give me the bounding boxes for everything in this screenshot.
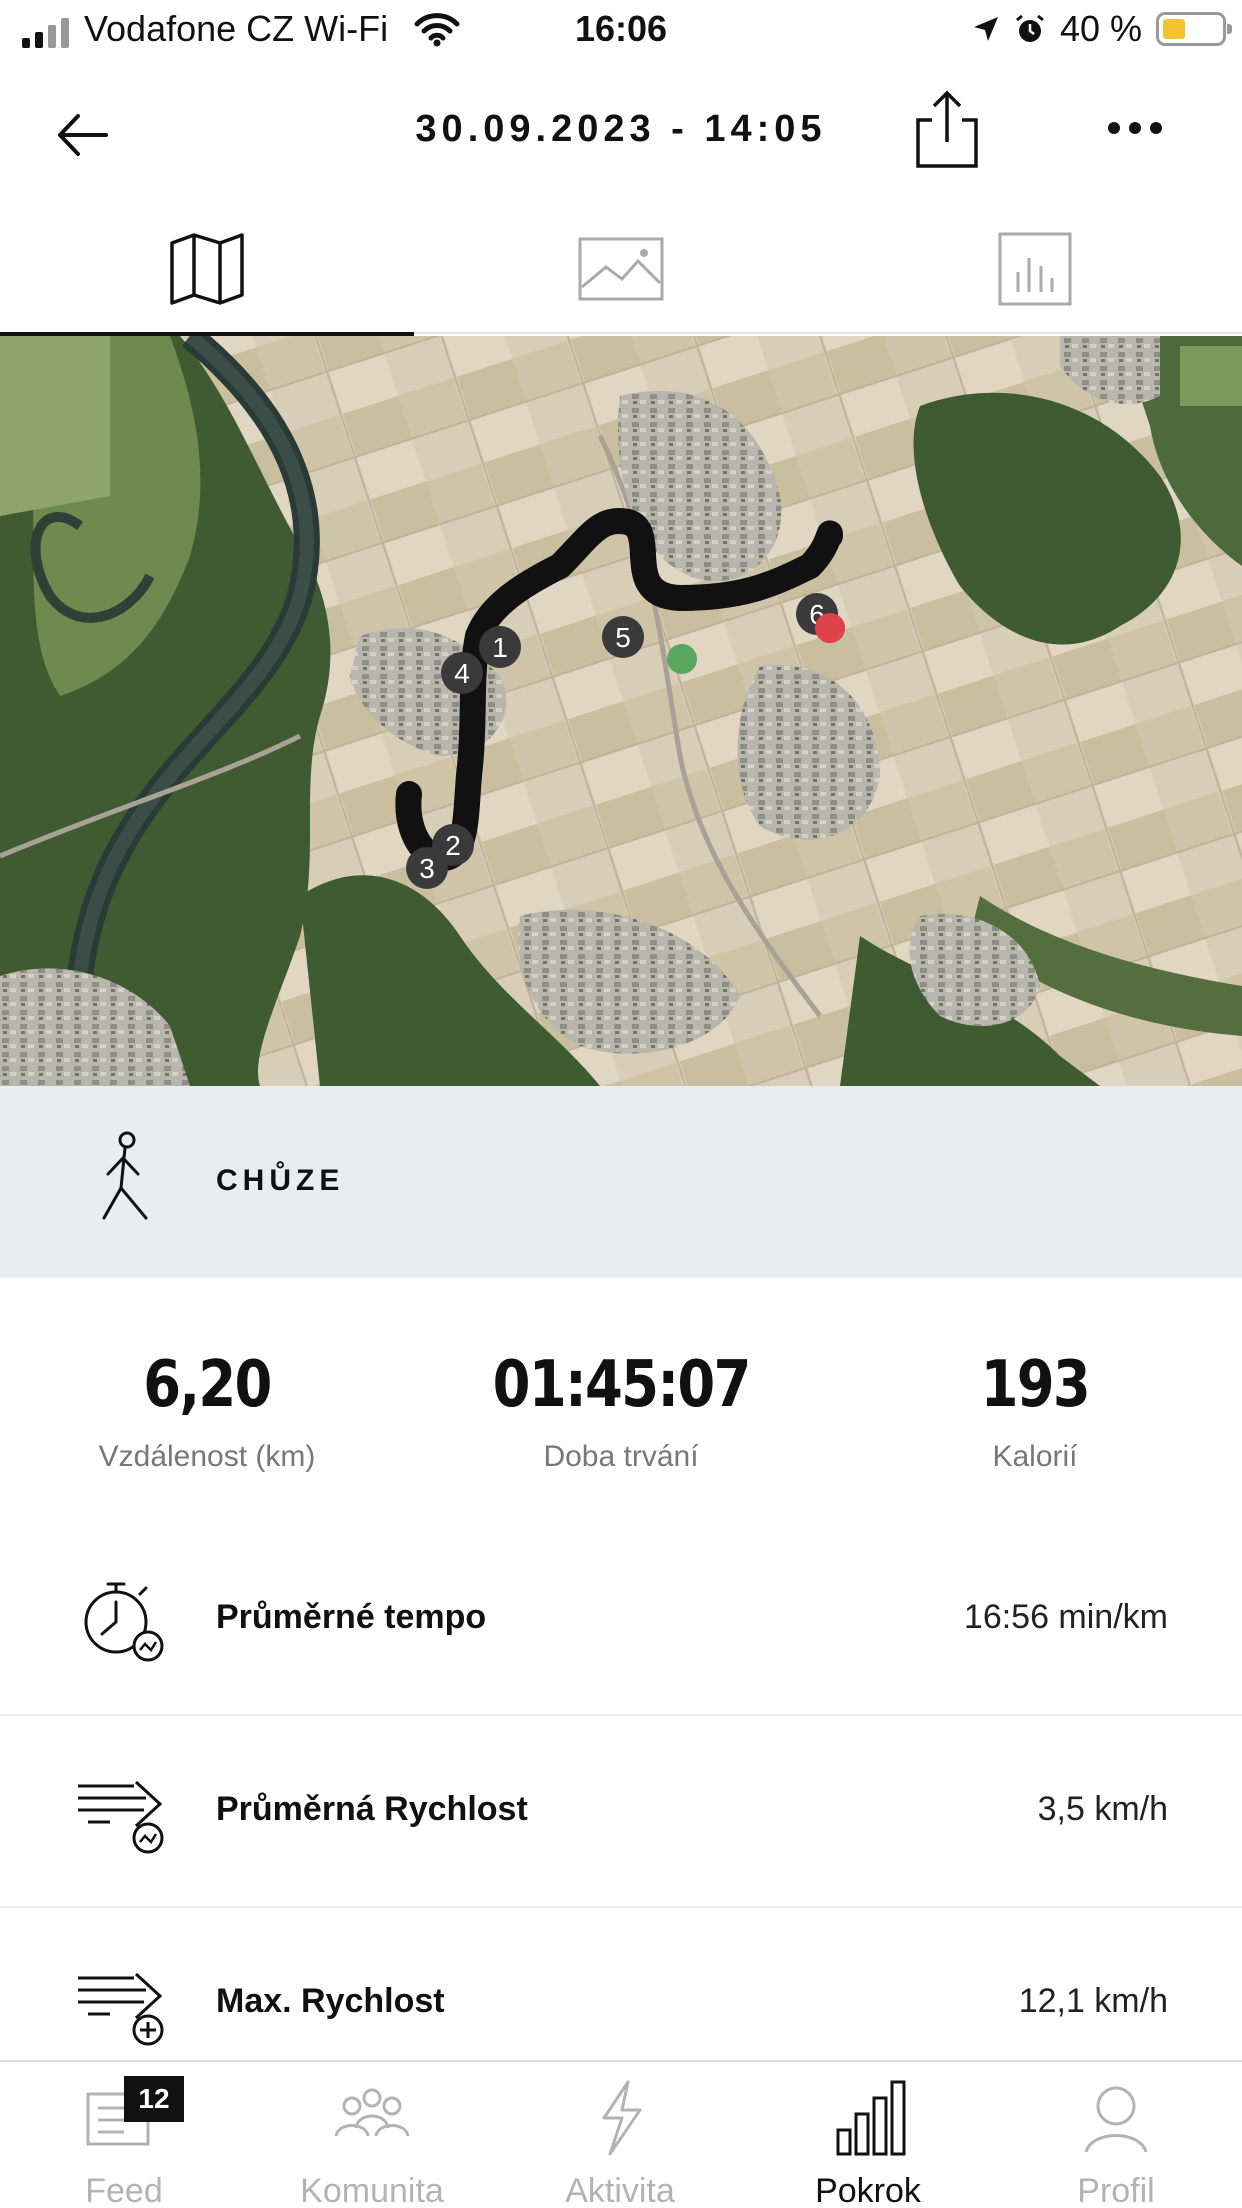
svg-text:2: 2 — [445, 830, 461, 861]
svg-text:1: 1 — [492, 632, 508, 663]
nav-label: Komunita — [300, 2172, 444, 2208]
tab-map[interactable] — [0, 204, 414, 336]
nav-item-activity[interactable]: Aktivita — [496, 2062, 744, 2208]
lap-marker-5[interactable]: 5 — [602, 616, 644, 658]
lap-marker-3[interactable]: 3 — [406, 847, 448, 889]
satellite-map[interactable]: 1 4 5 6 2 3 — [0, 336, 1242, 1086]
nav-item-progress[interactable]: Pokrok — [744, 2062, 992, 2208]
community-icon — [334, 2088, 410, 2137]
location-arrow-icon — [973, 17, 998, 41]
tab-statistics[interactable] — [828, 204, 1242, 334]
route-map[interactable]: 1 4 5 6 2 3 — [0, 336, 1242, 1086]
stopwatch-pace-icon — [84, 1582, 164, 1662]
metric-value: 16:56 min/km — [963, 1598, 1168, 1636]
activity-type-row: CHŮZE — [0, 1086, 1242, 1278]
duration-value: 01:45:07 — [492, 1348, 751, 1422]
lap-marker-4[interactable]: 4 — [441, 652, 483, 694]
battery-icon — [1156, 12, 1232, 46]
metric-value: 12,1 km/h — [1018, 1982, 1168, 2020]
photo-icon — [578, 237, 664, 301]
page-title: 30.09.2023 - 14:05 — [415, 108, 827, 150]
stat-calories: 193 Kalorií — [828, 1348, 1242, 1474]
metric-value: 3,5 km/h — [1037, 1790, 1168, 1828]
stat-distance: 6,20 Vzdálenost (km) — [0, 1348, 414, 1474]
tab-photos[interactable] — [414, 204, 828, 334]
view-tabs — [0, 204, 1242, 336]
activity-type-label: CHŮZE — [216, 1164, 345, 1197]
feed-badge: 12 — [124, 2076, 184, 2122]
battery-percent: 40 % — [1059, 8, 1142, 49]
lightning-icon — [602, 2080, 642, 2156]
distance-value: 6,20 — [143, 1348, 272, 1422]
summary-stats: 6,20 Vzdálenost (km) 01:45:07 Doba trván… — [0, 1278, 1242, 1508]
nav-item-community[interactable]: Komunita — [248, 2062, 496, 2208]
metric-label: Průměrné tempo — [216, 1598, 487, 1636]
walking-person-icon — [102, 1131, 148, 1220]
map-icon — [170, 233, 244, 305]
svg-text:4: 4 — [454, 658, 470, 689]
stat-duration: 01:45:07 Doba trvání — [414, 1348, 828, 1474]
metric-average-speed: Průměrná Rychlost 3,5 km/h — [0, 1716, 1242, 1908]
metric-average-pace: Průměrné tempo 16:56 min/km — [0, 1524, 1242, 1716]
nav-label: Feed — [85, 2172, 163, 2208]
speed-max-icon — [78, 1972, 164, 2046]
metric-label: Průměrná Rychlost — [216, 1790, 528, 1828]
alarm-icon — [1016, 14, 1044, 42]
profile-icon — [1084, 2086, 1148, 2153]
svg-text:3: 3 — [419, 853, 435, 884]
nav-label: Aktivita — [565, 2172, 675, 2208]
status-bar: Vodafone CZ Wi-Fi 16:06 40 % — [0, 0, 1242, 64]
speed-average-icon — [78, 1780, 164, 1854]
calories-label: Kalorií — [992, 1440, 1078, 1473]
bottom-navigation: 12 Feed Komunita Aktivita Pokrok Profil — [0, 2060, 1242, 2208]
lap-marker-1[interactable]: 1 — [479, 626, 521, 668]
more-options-icon[interactable] — [1100, 108, 1170, 148]
nav-item-profile[interactable]: Profil — [992, 2062, 1240, 2208]
progress-bars-icon — [836, 2080, 906, 2156]
nav-item-feed[interactable]: 12 Feed — [0, 2062, 248, 2208]
top-header: 30.09.2023 - 14:05 — [0, 64, 1242, 204]
nav-label: Pokrok — [815, 2172, 921, 2208]
duration-label: Doba trvání — [543, 1440, 699, 1473]
stats-icon — [998, 232, 1072, 306]
nav-label: Profil — [1077, 2172, 1155, 2208]
metric-label: Max. Rychlost — [216, 1982, 445, 2020]
distance-label: Vzdálenost (km) — [98, 1440, 316, 1473]
calories-value: 193 — [980, 1348, 1091, 1422]
svg-text:5: 5 — [615, 622, 631, 653]
share-icon[interactable] — [910, 88, 984, 172]
